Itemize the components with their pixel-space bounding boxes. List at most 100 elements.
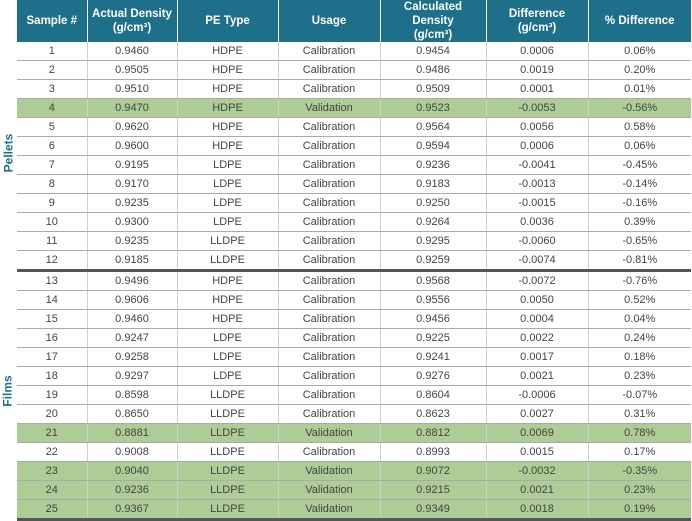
cell-usage: Calibration — [278, 174, 381, 194]
cell-percent-difference: -0.76% — [588, 270, 691, 291]
cell-sample: 11 — [17, 231, 88, 251]
cell-sample: 22 — [17, 442, 88, 462]
cell-sample: 14 — [17, 290, 88, 310]
cell-actual-density: 0.9620 — [87, 117, 178, 137]
cell-percent-difference: 0.04% — [588, 309, 691, 329]
cell-percent-difference: -0.16% — [588, 193, 691, 213]
cell-calculated-density: 0.9486 — [380, 60, 487, 80]
cell-actual-density: 0.9170 — [87, 174, 178, 194]
cell-actual-density: 0.9460 — [87, 42, 178, 61]
table-row: 10 0.9300 LDPE Calibration 0.9264 0.0036 0.39% — [17, 212, 691, 232]
cell-calculated-density: 0.9456 — [380, 309, 487, 329]
table-row: 1 0.9460 HDPE Calibration 0.9454 0.0006 0.06% — [17, 42, 691, 61]
cell-difference: 0.0027 — [486, 404, 589, 424]
cell-calculated-density: 0.9295 — [380, 231, 487, 251]
table-row: 22 0.9008 LLDPE Calibration 0.8993 0.0015 0.17… — [17, 442, 691, 462]
cell-percent-difference: 0.58% — [588, 117, 691, 137]
cell-sample: 1 — [17, 42, 88, 61]
cell-sample: 3 — [17, 79, 88, 99]
cell-difference: 0.0021 — [486, 366, 589, 386]
cell-difference: -0.0032 — [486, 461, 589, 481]
cell-percent-difference: -0.81% — [588, 250, 691, 272]
cell-actual-density: 0.9235 — [87, 231, 178, 251]
cell-calculated-density: 0.9225 — [380, 328, 487, 348]
cell-usage: Calibration — [278, 347, 381, 367]
cell-sample: 16 — [17, 328, 88, 348]
cell-actual-density: 0.9600 — [87, 136, 178, 156]
cell-percent-difference: 0.20% — [588, 60, 691, 80]
cell-usage: Calibration — [278, 155, 381, 175]
cell-pe-type: LLDPE — [177, 404, 279, 424]
cell-calculated-density: 0.9594 — [380, 136, 487, 156]
cell-usage: Calibration — [278, 270, 381, 291]
cell-actual-density: 0.9505 — [87, 60, 178, 80]
cell-difference: -0.0053 — [486, 98, 589, 118]
cell-pe-type: LDPE — [177, 174, 279, 194]
cell-percent-difference: -0.14% — [588, 174, 691, 194]
cell-pe-type: LLDPE — [177, 480, 279, 500]
header-actual-density: Actual Density (g/cm³) — [87, 0, 178, 42]
cell-actual-density: 0.9040 — [87, 461, 178, 481]
table-header-row: Sample # Actual Density (g/cm³) PE Type … — [17, 0, 691, 42]
cell-percent-difference: 0.78% — [588, 423, 691, 443]
cell-usage: Calibration — [278, 42, 381, 61]
cell-pe-type: LDPE — [177, 328, 279, 348]
table-row: 12 0.9185 LLDPE Calibration 0.9259 -0.0074 -0.… — [17, 250, 691, 272]
table-row: 18 0.9297 LDPE Calibration 0.9276 0.0021 0.23% — [17, 366, 691, 386]
cell-usage: Validation — [278, 423, 381, 443]
cell-percent-difference: -0.56% — [588, 98, 691, 118]
cell-pe-type: LLDPE — [177, 461, 279, 481]
table-row: 21 0.8881 LLDPE Validation 0.8812 0.0069 0.78% — [17, 423, 691, 443]
table-row: 4 0.9470 HDPE Validation 0.9523 -0.0053 -0.56% — [17, 98, 691, 118]
table-row: 3 0.9510 HDPE Calibration 0.9509 0.0001 0.01% — [17, 79, 691, 99]
cell-actual-density: 0.9236 — [87, 480, 178, 500]
cell-actual-density: 0.9195 — [87, 155, 178, 175]
cell-usage: Calibration — [278, 328, 381, 348]
cell-calculated-density: 0.9509 — [380, 79, 487, 99]
cell-usage: Calibration — [278, 309, 381, 329]
cell-sample: 24 — [17, 480, 88, 500]
cell-sample: 10 — [17, 212, 88, 232]
cell-calculated-density: 0.8623 — [380, 404, 487, 424]
cell-actual-density: 0.8881 — [87, 423, 178, 443]
cell-usage: Calibration — [278, 79, 381, 99]
table-body: 1 0.9460 HDPE Calibration 0.9454 0.0006 0.06% 2… — [17, 42, 691, 521]
cell-calculated-density: 0.9564 — [380, 117, 487, 137]
cell-calculated-density: 0.9183 — [380, 174, 487, 194]
cell-usage: Validation — [278, 98, 381, 118]
cell-calculated-density: 0.9072 — [380, 461, 487, 481]
cell-percent-difference: 0.17% — [588, 442, 691, 462]
cell-difference: 0.0001 — [486, 79, 589, 99]
cell-difference: 0.0056 — [486, 117, 589, 137]
cell-difference: 0.0050 — [486, 290, 589, 310]
cell-percent-difference: 0.06% — [588, 136, 691, 156]
group-label-pellets: Pellets — [0, 39, 16, 267]
cell-difference: 0.0022 — [486, 328, 589, 348]
cell-actual-density: 0.9606 — [87, 290, 178, 310]
group-label-films-text: Films — [1, 374, 15, 407]
cell-pe-type: HDPE — [177, 309, 279, 329]
cell-pe-type: LDPE — [177, 212, 279, 232]
cell-difference: -0.0072 — [486, 270, 589, 291]
cell-usage: Calibration — [278, 117, 381, 137]
cell-percent-difference: -0.45% — [588, 155, 691, 175]
table-row: 16 0.9247 LDPE Calibration 0.9225 0.0022 0.24% — [17, 328, 691, 348]
table-row: 17 0.9258 LDPE Calibration 0.9241 0.0017 0.18% — [17, 347, 691, 367]
cell-calculated-density: 0.8812 — [380, 423, 487, 443]
density-table: Sample # Actual Density (g/cm³) PE Type … — [17, 0, 691, 521]
table-row: 2 0.9505 HDPE Calibration 0.9486 0.0019 0.20% — [17, 60, 691, 80]
cell-pe-type: HDPE — [177, 60, 279, 80]
cell-calculated-density: 0.8993 — [380, 442, 487, 462]
cell-sample: 4 — [17, 98, 88, 118]
cell-usage: Calibration — [278, 366, 381, 386]
cell-calculated-density: 0.9523 — [380, 98, 487, 118]
cell-usage: Calibration — [278, 212, 381, 232]
cell-difference: 0.0015 — [486, 442, 589, 462]
header-sample: Sample # — [17, 0, 88, 42]
cell-pe-type: LDPE — [177, 193, 279, 213]
cell-difference: -0.0006 — [486, 385, 589, 405]
cell-sample: 23 — [17, 461, 88, 481]
cell-actual-density: 0.9247 — [87, 328, 178, 348]
cell-percent-difference: 0.23% — [588, 480, 691, 500]
header-pe-type: PE Type — [177, 0, 279, 42]
